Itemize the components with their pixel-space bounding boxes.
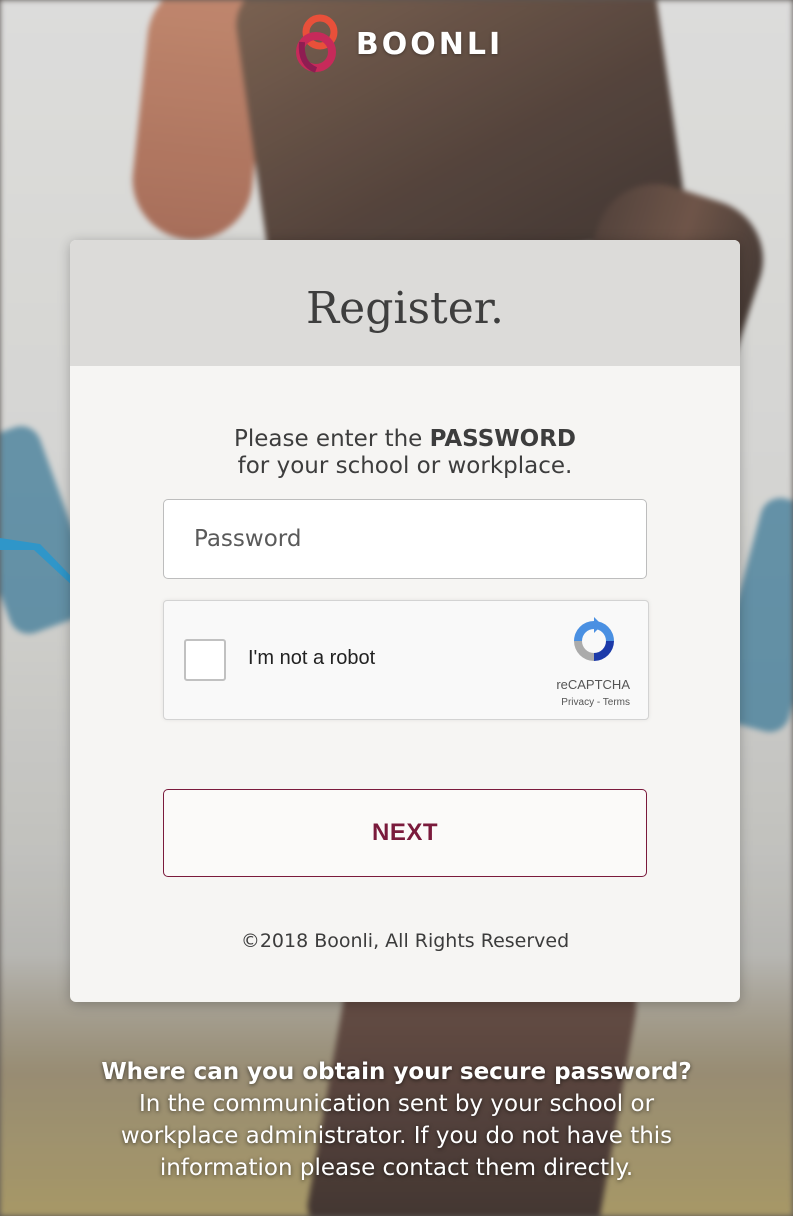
- help-question: Where can you obtain your secure passwor…: [101, 1059, 692, 1085]
- help-answer-line2: workplace administrator. If you do not h…: [120, 1123, 673, 1149]
- instruction-bold: PASSWORD: [429, 426, 577, 452]
- recaptcha-links[interactable]: Privacy - Terms: [561, 697, 630, 708]
- next-button[interactable]: NEXT: [163, 789, 647, 877]
- register-card: Register. Please enter the PASSWORD for …: [70, 240, 740, 1002]
- password-input[interactable]: [163, 499, 647, 579]
- recaptcha-checkbox[interactable]: [184, 639, 226, 681]
- card-header: Register.: [70, 240, 740, 366]
- password-help: Where can you obtain your secure passwor…: [0, 1056, 793, 1184]
- help-answer-line3: information please contact them directly…: [159, 1155, 634, 1181]
- recaptcha-widget: I'm not a robot reCAPTCHA Privacy - Term…: [163, 600, 649, 720]
- help-answer-line1: In the communication sent by your school…: [138, 1091, 655, 1117]
- boonli-logo-icon: [295, 14, 338, 73]
- instruction-post: for your school or workplace.: [237, 453, 573, 479]
- page-title: Register.: [306, 282, 504, 334]
- instruction-text: Please enter the PASSWORD for your schoo…: [70, 426, 740, 480]
- brand-name: BOONLI: [355, 26, 504, 62]
- recaptcha-brand: reCAPTCHA: [556, 677, 630, 692]
- recaptcha-label: I'm not a robot: [248, 647, 376, 669]
- recaptcha-logo-icon: [574, 617, 614, 661]
- copyright-text: ©2018 Boonli, All Rights Reserved: [240, 930, 570, 952]
- instruction-pre: Please enter the: [233, 426, 430, 452]
- brand-logo: BOONLI: [0, 12, 793, 76]
